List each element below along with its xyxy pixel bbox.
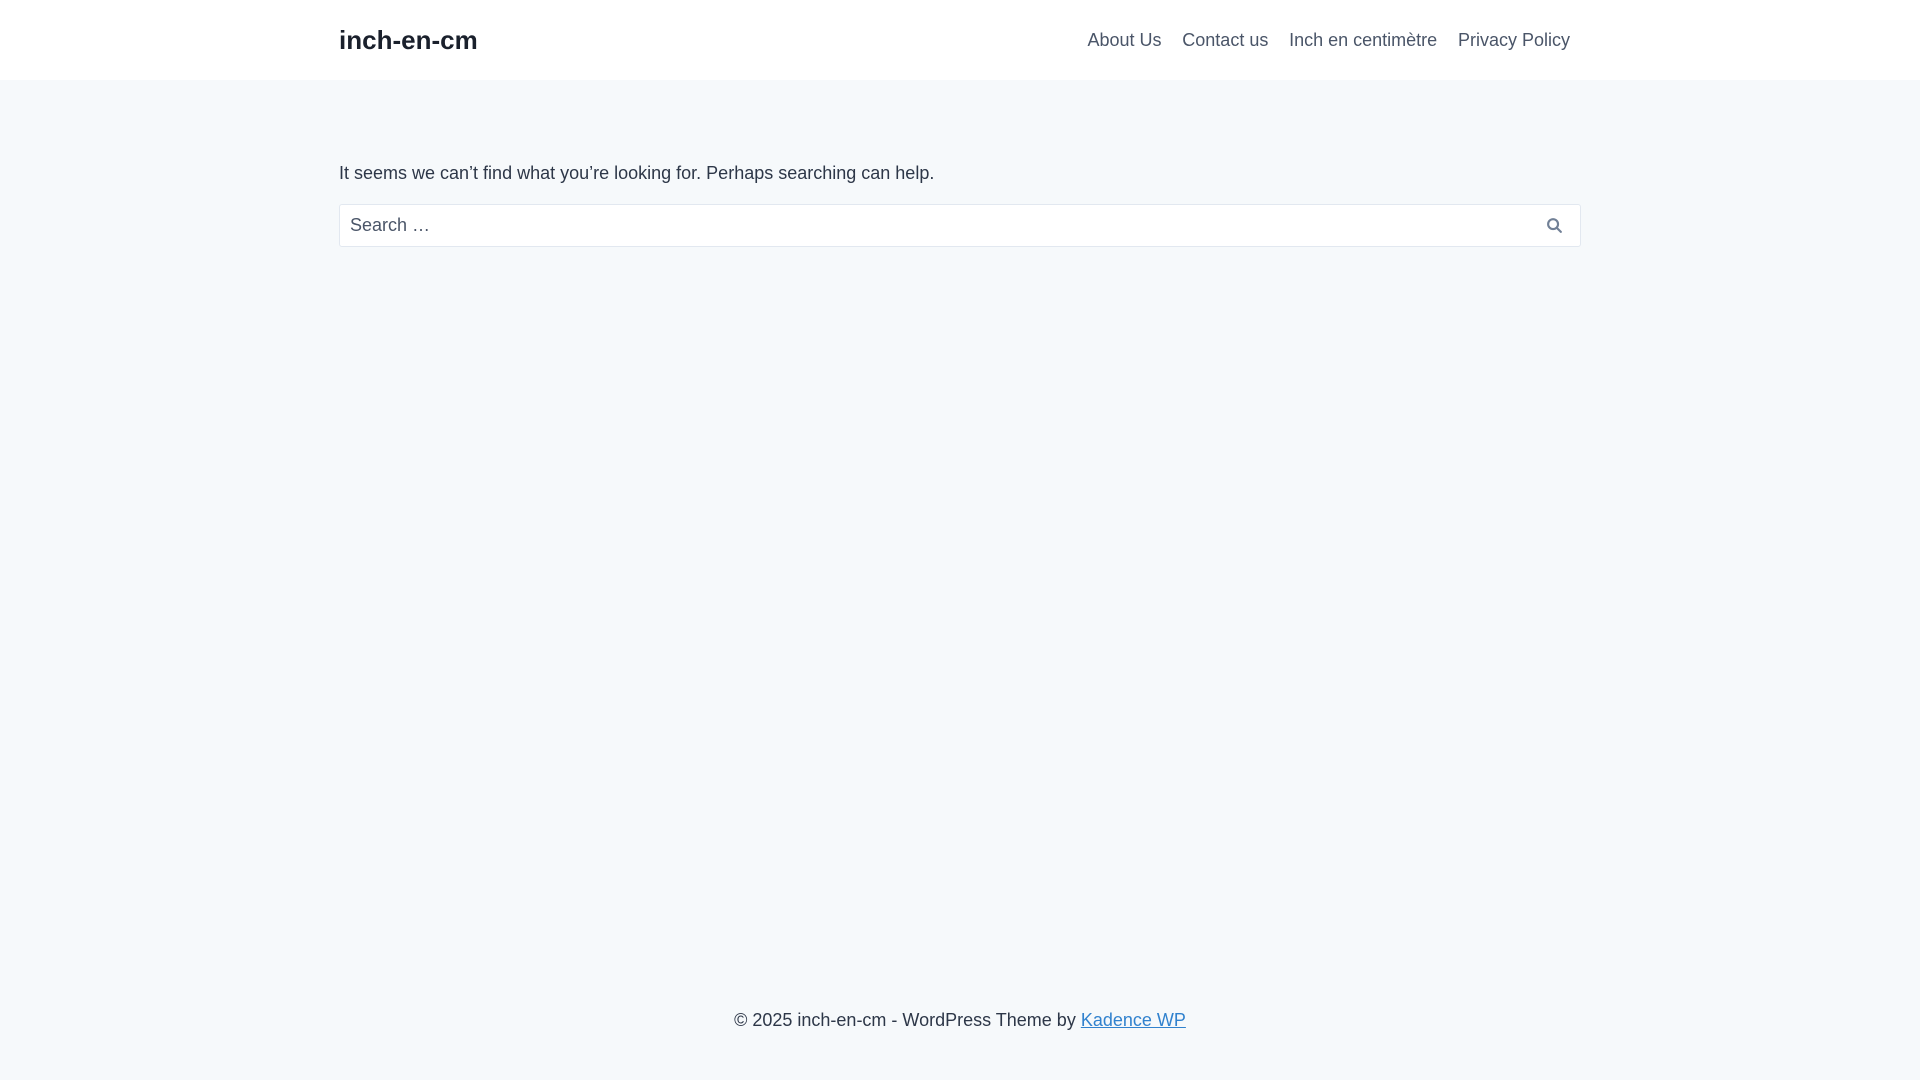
search-icon xyxy=(1546,217,1563,234)
footer-kadence-link[interactable]: Kadence WP xyxy=(1081,1010,1186,1031)
primary-navigation: About Us Contact us Inch en centimètre P… xyxy=(1077,0,1581,80)
nav-item-privacy-policy[interactable]: Privacy Policy xyxy=(1448,30,1581,51)
site-title-link[interactable]: inch-en-cm xyxy=(339,25,478,56)
search-input[interactable] xyxy=(340,205,1530,246)
site-header: inch-en-cm About Us Contact us Inch en c… xyxy=(0,0,1920,80)
not-found-message: It seems we can’t find what you’re looki… xyxy=(339,163,935,183)
nav-item-about-us[interactable]: About Us xyxy=(1077,30,1172,51)
main-content: It seems we can’t find what you’re looki… xyxy=(339,163,1581,247)
nav-item-inch-en-centimetre[interactable]: Inch en centimètre xyxy=(1279,30,1448,51)
header-inner: inch-en-cm About Us Contact us Inch en c… xyxy=(339,0,1581,80)
site-footer: © 2025 inch-en-cm - WordPress Theme by K… xyxy=(0,1000,1920,1040)
search-form xyxy=(339,204,1581,247)
search-submit-button[interactable] xyxy=(1530,205,1580,246)
footer-copyright: © 2025 inch-en-cm - WordPress Theme by xyxy=(734,1009,1081,1030)
nav-item-contact-us[interactable]: Contact us xyxy=(1172,30,1279,51)
